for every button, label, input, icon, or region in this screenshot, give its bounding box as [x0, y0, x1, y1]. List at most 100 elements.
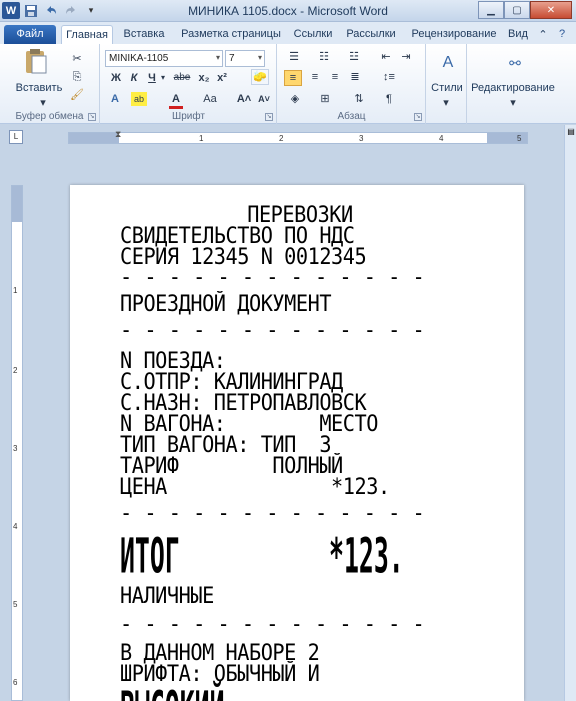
underline-button[interactable]: Ч: [145, 71, 159, 85]
tab-review[interactable]: Рецензирование: [406, 25, 502, 44]
doc-line: ТАРИФ ПОЛНЫЙ: [120, 454, 343, 479]
decrease-indent-icon[interactable]: ⇤: [378, 50, 394, 64]
ruler-tick: 1: [13, 286, 18, 295]
shading-icon[interactable]: ◈: [284, 92, 306, 106]
document-page[interactable]: ПЕРЕВОЗКИ СВИДЕТЕЛЬСТВО ПО НДС СЕРИЯ 123…: [70, 185, 524, 701]
paste-label[interactable]: Вставить: [14, 82, 64, 94]
tab-selector-button[interactable]: L: [9, 130, 23, 144]
doc-line: N ВАГОНА: МЕСТО: [120, 412, 378, 437]
minimize-ribbon-icon[interactable]: ⌃: [536, 25, 550, 44]
editing-label[interactable]: Редактирование: [468, 82, 558, 94]
ruler-tick: 5: [517, 134, 522, 143]
left-margin-shade: [69, 133, 119, 143]
cut-icon[interactable]: ✂: [70, 52, 84, 66]
chevron-down-icon: ▾: [257, 53, 262, 62]
align-left-icon[interactable]: ≡: [284, 70, 302, 86]
doc-separator: - - - - - - - - - - - - -: [120, 501, 425, 526]
font-name-value: MINIKA-1105: [109, 53, 169, 64]
doc-separator: - - - - - - - - - - - - -: [120, 318, 425, 343]
font-color-icon[interactable]: A: [169, 92, 183, 109]
document-body[interactable]: ПЕРЕВОЗКИ СВИДЕТЕЛЬСТВО ПО НДС СЕРИЯ 123…: [120, 205, 480, 701]
group-clipboard: Вставить ▾ ✂ ⎘ 🖌 Буфер обмена ↘: [0, 44, 100, 124]
ruler-tick: 2: [279, 134, 284, 143]
font-group-label: Шрифт: [172, 111, 205, 122]
tab-file[interactable]: Файл: [4, 25, 56, 44]
doc-line: ЦЕНА *123.: [120, 475, 390, 500]
paste-dropdown-icon[interactable]: ▾: [38, 96, 48, 110]
line-spacing-icon[interactable]: ↕≡: [378, 70, 400, 84]
shrink-font-button[interactable]: A˅: [255, 92, 273, 106]
numbering-icon[interactable]: ☷: [314, 50, 334, 64]
doc-line: НАЛИЧНЫЕ: [120, 584, 214, 609]
sort-icon[interactable]: ⇅: [350, 92, 368, 106]
tab-view[interactable]: Вид: [506, 25, 530, 44]
doc-separator: - - - - - - - - - - - - -: [120, 612, 425, 637]
paste-icon[interactable]: [22, 48, 50, 76]
minimize-button[interactable]: ▁: [478, 1, 504, 19]
top-margin-shade: [12, 186, 22, 222]
paragraph-launcher-icon[interactable]: ↘: [414, 113, 422, 121]
justify-icon[interactable]: ≣: [346, 70, 364, 84]
group-editing: ⚯ Редактирование ▾: [468, 44, 568, 124]
maximize-button[interactable]: ▢: [504, 1, 530, 19]
tab-home[interactable]: Главная: [61, 25, 113, 44]
styles-icon[interactable]: A: [435, 50, 461, 76]
clipboard-group-label: Буфер обмена: [15, 111, 84, 122]
chevron-down-icon: ▾: [215, 53, 220, 62]
close-button[interactable]: ✕: [530, 1, 572, 19]
find-binoculars-icon[interactable]: ⚯: [502, 50, 528, 76]
multilevel-list-icon[interactable]: ☳: [344, 50, 364, 64]
window-controls: ▁ ▢ ✕: [478, 1, 572, 19]
text-effects-icon[interactable]: A: [107, 92, 123, 106]
group-styles: A Стили ▾: [427, 44, 467, 124]
styles-dropdown-icon[interactable]: ▾: [441, 96, 451, 110]
ribbon-home: Вставить ▾ ✂ ⎘ 🖌 Буфер обмена ↘ MINIKA-1…: [0, 44, 576, 124]
increase-indent-icon[interactable]: ⇥: [398, 50, 414, 64]
superscript-button[interactable]: x²: [215, 71, 229, 85]
horizontal-ruler[interactable]: ⧗ 1 2 3 4 5: [68, 129, 528, 144]
doc-line: ТИП ВАГОНА: ТИП 3: [120, 433, 332, 458]
ruler-tick: 1: [199, 134, 204, 143]
borders-icon[interactable]: ⊞: [314, 92, 336, 106]
clear-formatting-icon[interactable]: 🧽: [251, 69, 269, 85]
ruler-tick: 3: [359, 134, 364, 143]
font-name-select[interactable]: MINIKA-1105 ▾: [105, 50, 223, 67]
bullets-icon[interactable]: ☰: [284, 50, 304, 64]
strikethrough-button[interactable]: abe: [171, 71, 193, 85]
tab-insert[interactable]: Вставка: [118, 25, 170, 44]
doc-line: СВИДЕТЕЛЬСТВО ПО НДС: [120, 224, 355, 249]
font-launcher-icon[interactable]: ↘: [265, 113, 273, 121]
italic-button[interactable]: К: [127, 71, 141, 85]
styles-label[interactable]: Стили: [427, 82, 467, 94]
show-formatting-button[interactable]: ¶: [380, 92, 398, 106]
change-case-button[interactable]: Aa: [199, 92, 221, 106]
ribbon-tabs: Файл Главная Вставка Разметка страницы С…: [0, 22, 576, 44]
ruler-tick: 3: [13, 444, 18, 453]
font-size-value: 7: [229, 53, 235, 64]
editing-dropdown-icon[interactable]: ▾: [508, 96, 518, 110]
underline-dropdown-icon[interactable]: ▾: [159, 71, 167, 85]
view-ruler-icon[interactable]: ▤: [566, 127, 576, 139]
group-font: MINIKA-1105 ▾ 7 ▾ Ж К Ч ▾ abe x₂ x² 🧽 A ab…: [101, 44, 277, 124]
tab-references[interactable]: Ссылки: [290, 25, 336, 44]
ruler-tick: 6: [13, 678, 18, 687]
copy-icon[interactable]: ⎘: [70, 70, 84, 84]
bold-button[interactable]: Ж: [109, 71, 123, 85]
format-painter-icon[interactable]: 🖌: [70, 88, 84, 102]
highlight-color-icon[interactable]: ab: [131, 92, 147, 106]
tab-page-layout[interactable]: Разметка страницы: [176, 25, 286, 44]
subscript-button[interactable]: x₂: [197, 71, 211, 85]
doc-line: С.ОТПР: КАЛИНИНГРАД: [120, 370, 343, 395]
clipboard-launcher-icon[interactable]: ↘: [88, 113, 96, 121]
align-right-icon[interactable]: ≡: [326, 70, 344, 84]
help-icon[interactable]: ?: [554, 25, 570, 44]
vertical-scrollbar[interactable]: ▤: [564, 125, 576, 701]
vertical-ruler[interactable]: 1 2 3 4 5 6: [11, 185, 23, 701]
indent-marker-icon[interactable]: ⧗: [115, 129, 121, 140]
tab-mailings[interactable]: Рассылки: [342, 25, 400, 44]
align-center-icon[interactable]: ≡: [306, 70, 324, 84]
font-size-select[interactable]: 7 ▾: [225, 50, 265, 67]
doc-line: С.НАЗН: ПЕТРОПАВЛОВСК: [120, 391, 367, 416]
doc-line-heading: ПЕРЕВОЗКИ: [247, 203, 353, 228]
grow-font-button[interactable]: A˄: [235, 92, 253, 106]
